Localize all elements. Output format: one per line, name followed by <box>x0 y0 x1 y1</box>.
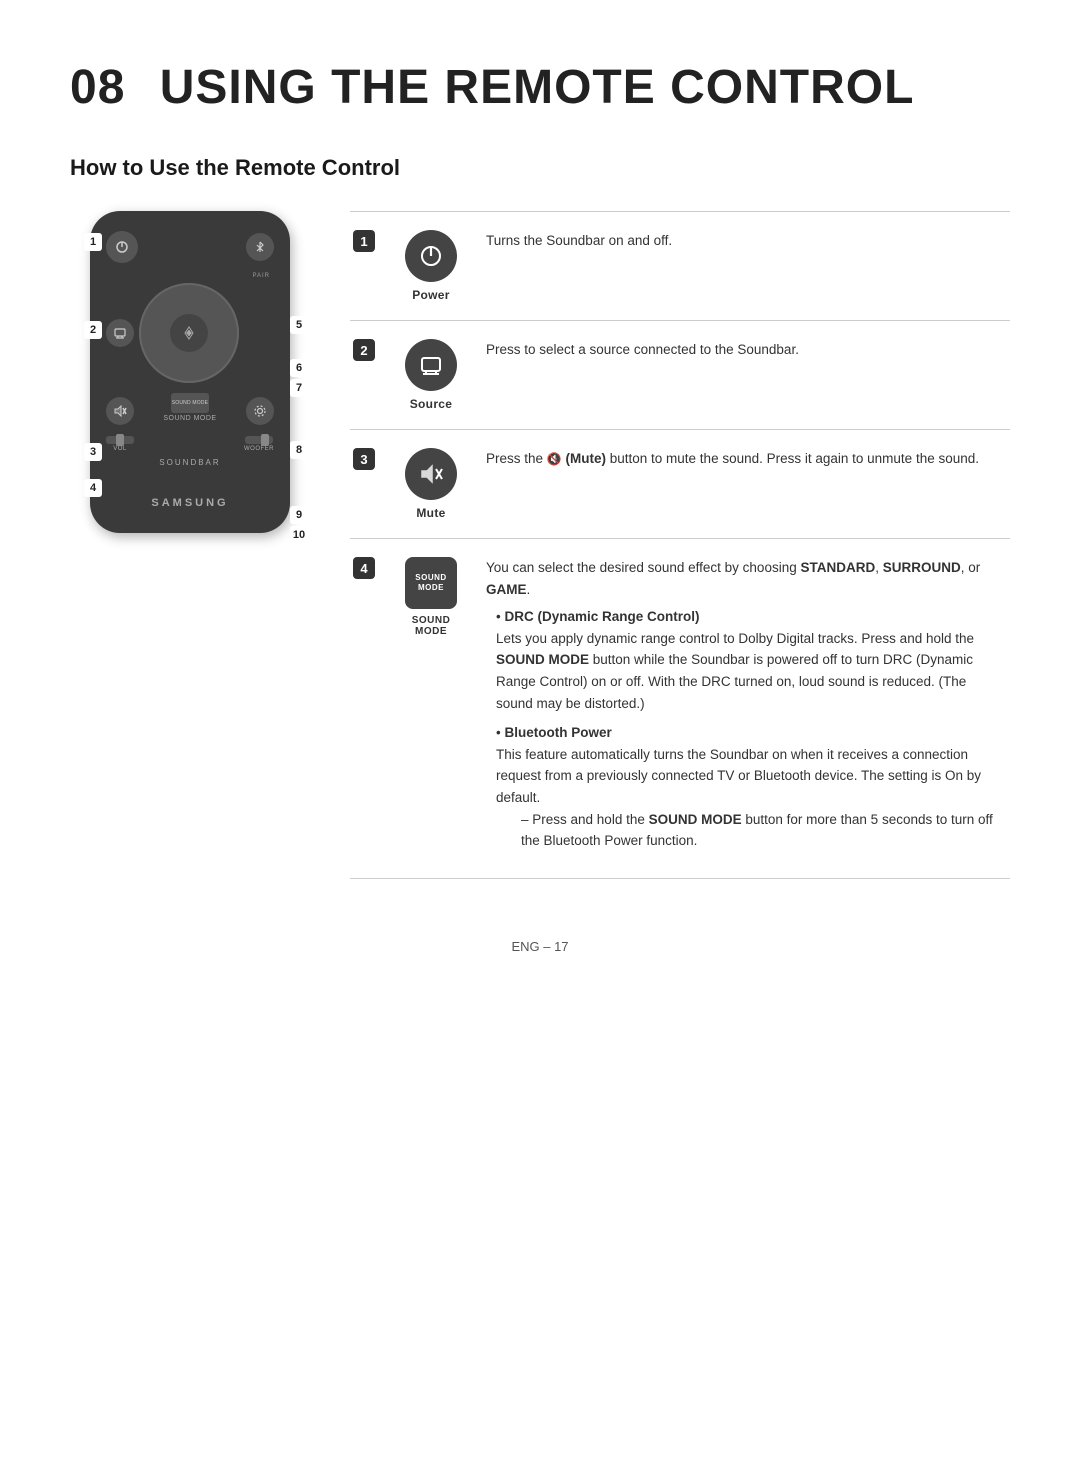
mute-button[interactable] <box>106 397 134 425</box>
soundmode-label: SOUND MODE <box>396 615 466 637</box>
pair-label: PAIR <box>252 273 270 279</box>
badge-1: 1 <box>84 233 102 251</box>
woofer-slider[interactable]: WOOFER <box>244 436 274 452</box>
dpad-ring <box>139 283 239 383</box>
badge-4: 4 <box>84 479 102 497</box>
desc-num-3: 3 <box>350 430 386 538</box>
content-area: PAIR <box>70 211 1010 879</box>
desc-text-mute: Press the 🔇 (Mute) button to mute the so… <box>476 430 1010 538</box>
sound-mode-label: SOUND MODE <box>163 415 216 422</box>
settings-button[interactable] <box>246 397 274 425</box>
desc-text-soundmode: You can select the desired sound effect … <box>476 539 1010 878</box>
source-label: Source <box>410 397 452 411</box>
source-icon-circle <box>405 339 457 391</box>
page-footer: ENG – 17 <box>70 939 1010 954</box>
desc-row-soundmode: 4 SOUND MODE SOUND MODE You can select t… <box>350 538 1010 879</box>
desc-row-power: 1 Power Turns the Soundbar on and off. <box>350 211 1010 320</box>
sound-mode-button[interactable]: SOUND MODE <box>171 393 209 413</box>
power-icon-circle <box>405 230 457 282</box>
badge-2: 2 <box>84 321 102 339</box>
sliders-row: VOL WOOFER <box>106 436 274 452</box>
section-subtitle: How to Use the Remote Control <box>70 155 1010 181</box>
desc-text-power: Turns the Soundbar on and off. <box>476 212 1010 320</box>
desc-num-1: 1 <box>350 212 386 320</box>
desc-num-4: 4 <box>350 539 386 878</box>
desc-text-source: Press to select a source connected to th… <box>476 321 1010 429</box>
sound-mode-section: SOUND MODE SOUND MODE <box>163 393 216 422</box>
pair-button[interactable] <box>246 233 274 261</box>
dpad[interactable] <box>139 283 239 383</box>
desc-icon-soundmode: SOUND MODE SOUND MODE <box>386 539 476 878</box>
desc-icon-mute: Mute <box>386 430 476 538</box>
remote-body: PAIR <box>90 211 290 533</box>
badge-6: 6 <box>290 359 308 377</box>
soundmode-icon-circle: SOUND MODE <box>405 557 457 609</box>
badge-10: 10 <box>290 526 308 544</box>
samsung-label: SAMSUNG <box>106 497 274 509</box>
power-label: Power <box>412 288 450 302</box>
badge-7: 7 <box>290 379 308 397</box>
page-title: 08 USING THE REMOTE CONTROL <box>70 60 1010 115</box>
power-button[interactable] <box>106 231 138 263</box>
desc-num-2: 2 <box>350 321 386 429</box>
badge-3: 3 <box>84 443 102 461</box>
remote-illustration: PAIR <box>70 211 310 533</box>
desc-row-source: 2 Source Press to select a source connec… <box>350 320 1010 429</box>
badge-5: 5 <box>290 316 308 334</box>
badge-9: 9 <box>290 506 308 524</box>
desc-row-mute: 3 Mute Press the 🔇 (Mute) button to mute… <box>350 429 1010 538</box>
desc-icon-source: Source <box>386 321 476 429</box>
desc-icon-power: Power <box>386 212 476 320</box>
source-button[interactable] <box>106 319 134 347</box>
mute-label: Mute <box>416 506 445 520</box>
vol-slider[interactable]: VOL <box>106 436 134 452</box>
badge-8: 8 <box>290 441 308 459</box>
soundbar-label: SOUNDBAR <box>106 458 274 467</box>
descriptions-table: 1 Power Turns the Soundbar on and off. 2 <box>350 211 1010 879</box>
mute-icon-circle <box>405 448 457 500</box>
